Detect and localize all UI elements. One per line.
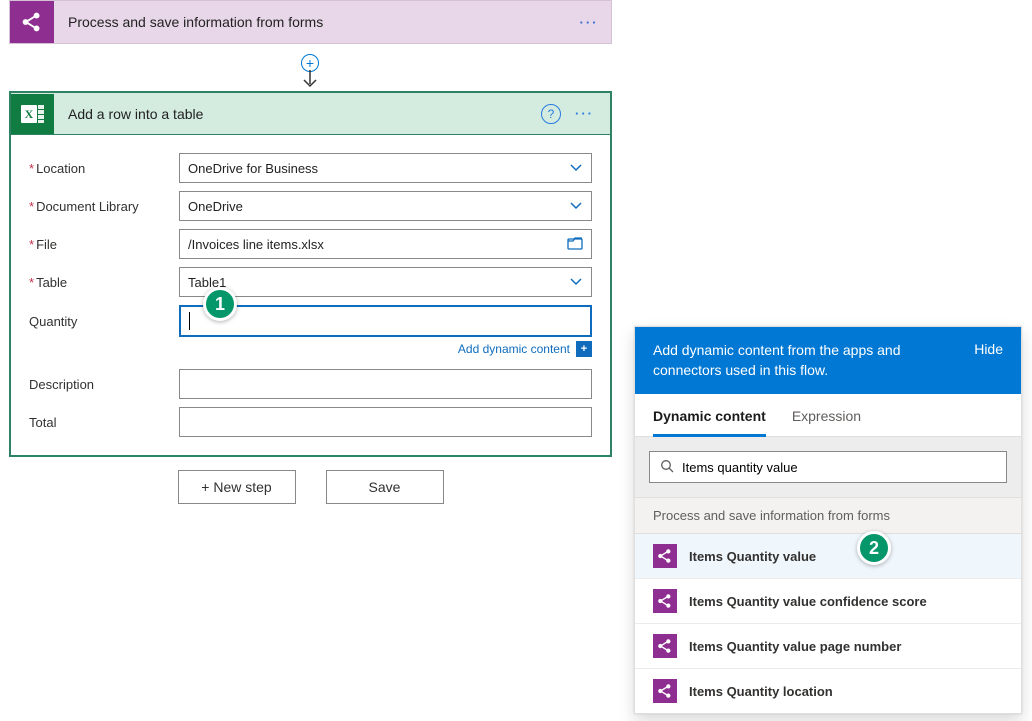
- tab-dynamic-content[interactable]: Dynamic content: [653, 408, 766, 437]
- text-caret: [189, 312, 190, 330]
- trigger-title: Process and save information from forms: [54, 14, 567, 30]
- action-title: Add a row into a table: [54, 106, 541, 122]
- dynamic-content-section-header: Process and save information from forms: [635, 498, 1021, 534]
- dynamic-item[interactable]: Items Quantity location: [635, 669, 1021, 713]
- label-location: *Location: [29, 161, 179, 176]
- dynamic-content-tabs: Dynamic content Expression: [635, 394, 1021, 437]
- add-dynamic-content-link[interactable]: Add dynamic content +: [179, 341, 592, 357]
- share-alt-icon: [10, 1, 54, 43]
- description-input[interactable]: [179, 369, 592, 399]
- dynamic-item-label: Items Quantity value confidence score: [689, 594, 927, 609]
- dynamic-content-search[interactable]: [649, 451, 1007, 483]
- share-alt-icon: [653, 544, 677, 568]
- total-input[interactable]: [179, 407, 592, 437]
- dynamic-item[interactable]: Items Quantity value: [635, 534, 1021, 579]
- dynamic-content-header-text: Add dynamic content from the apps and co…: [653, 341, 974, 380]
- quantity-input[interactable]: [179, 305, 592, 337]
- action-card: X Add a row into a table ? ··· *Location…: [9, 91, 612, 457]
- dynamic-item-label: Items Quantity location: [689, 684, 833, 699]
- tab-expression[interactable]: Expression: [792, 408, 861, 436]
- search-icon: [660, 459, 674, 476]
- action-body: *Location OneDrive for Business *Documen…: [11, 135, 610, 455]
- library-select[interactable]: OneDrive: [179, 191, 592, 221]
- table-select[interactable]: Table1: [179, 267, 592, 297]
- dynamic-content-search-input[interactable]: [682, 460, 996, 475]
- callout-2: 2: [857, 531, 891, 565]
- dynamic-content-header: Add dynamic content from the apps and co…: [635, 327, 1021, 394]
- label-file: *File: [29, 237, 179, 252]
- share-alt-icon: [653, 589, 677, 613]
- location-select[interactable]: OneDrive for Business: [179, 153, 592, 183]
- share-alt-icon: [653, 634, 677, 658]
- file-picker[interactable]: /Invoices line items.xlsx: [179, 229, 592, 259]
- add-dynamic-content-icon: +: [576, 341, 592, 357]
- chevron-down-icon: [569, 198, 583, 214]
- excel-icon: X: [11, 94, 54, 134]
- arrow-down-icon: [301, 70, 319, 90]
- label-quantity: Quantity: [29, 314, 179, 329]
- share-alt-icon: [653, 679, 677, 703]
- dynamic-item-label: Items Quantity value: [689, 549, 816, 564]
- footer-buttons: + New step Save: [9, 470, 612, 504]
- action-more-menu[interactable]: ···: [575, 106, 594, 121]
- hide-panel-link[interactable]: Hide: [974, 341, 1003, 380]
- chevron-down-icon: [569, 274, 583, 290]
- add-step-connector: +: [285, 44, 335, 91]
- trigger-more-menu[interactable]: ···: [567, 15, 611, 30]
- dynamic-item[interactable]: Items Quantity value confidence score: [635, 579, 1021, 624]
- chevron-down-icon: [569, 160, 583, 176]
- folder-icon[interactable]: [567, 236, 583, 253]
- help-icon[interactable]: ?: [541, 104, 561, 124]
- label-table: *Table: [29, 275, 179, 290]
- action-header[interactable]: X Add a row into a table ? ···: [11, 93, 610, 135]
- dynamic-item[interactable]: Items Quantity value page number: [635, 624, 1021, 669]
- callout-1: 1: [203, 287, 237, 321]
- label-description: Description: [29, 377, 179, 392]
- save-button[interactable]: Save: [326, 470, 444, 504]
- trigger-card[interactable]: Process and save information from forms …: [9, 0, 612, 44]
- label-library: *Document Library: [29, 199, 179, 214]
- dynamic-content-panel: Add dynamic content from the apps and co…: [634, 326, 1022, 714]
- new-step-button[interactable]: + New step: [178, 470, 296, 504]
- label-total: Total: [29, 415, 179, 430]
- dynamic-item-label: Items Quantity value page number: [689, 639, 901, 654]
- svg-text:X: X: [24, 107, 33, 121]
